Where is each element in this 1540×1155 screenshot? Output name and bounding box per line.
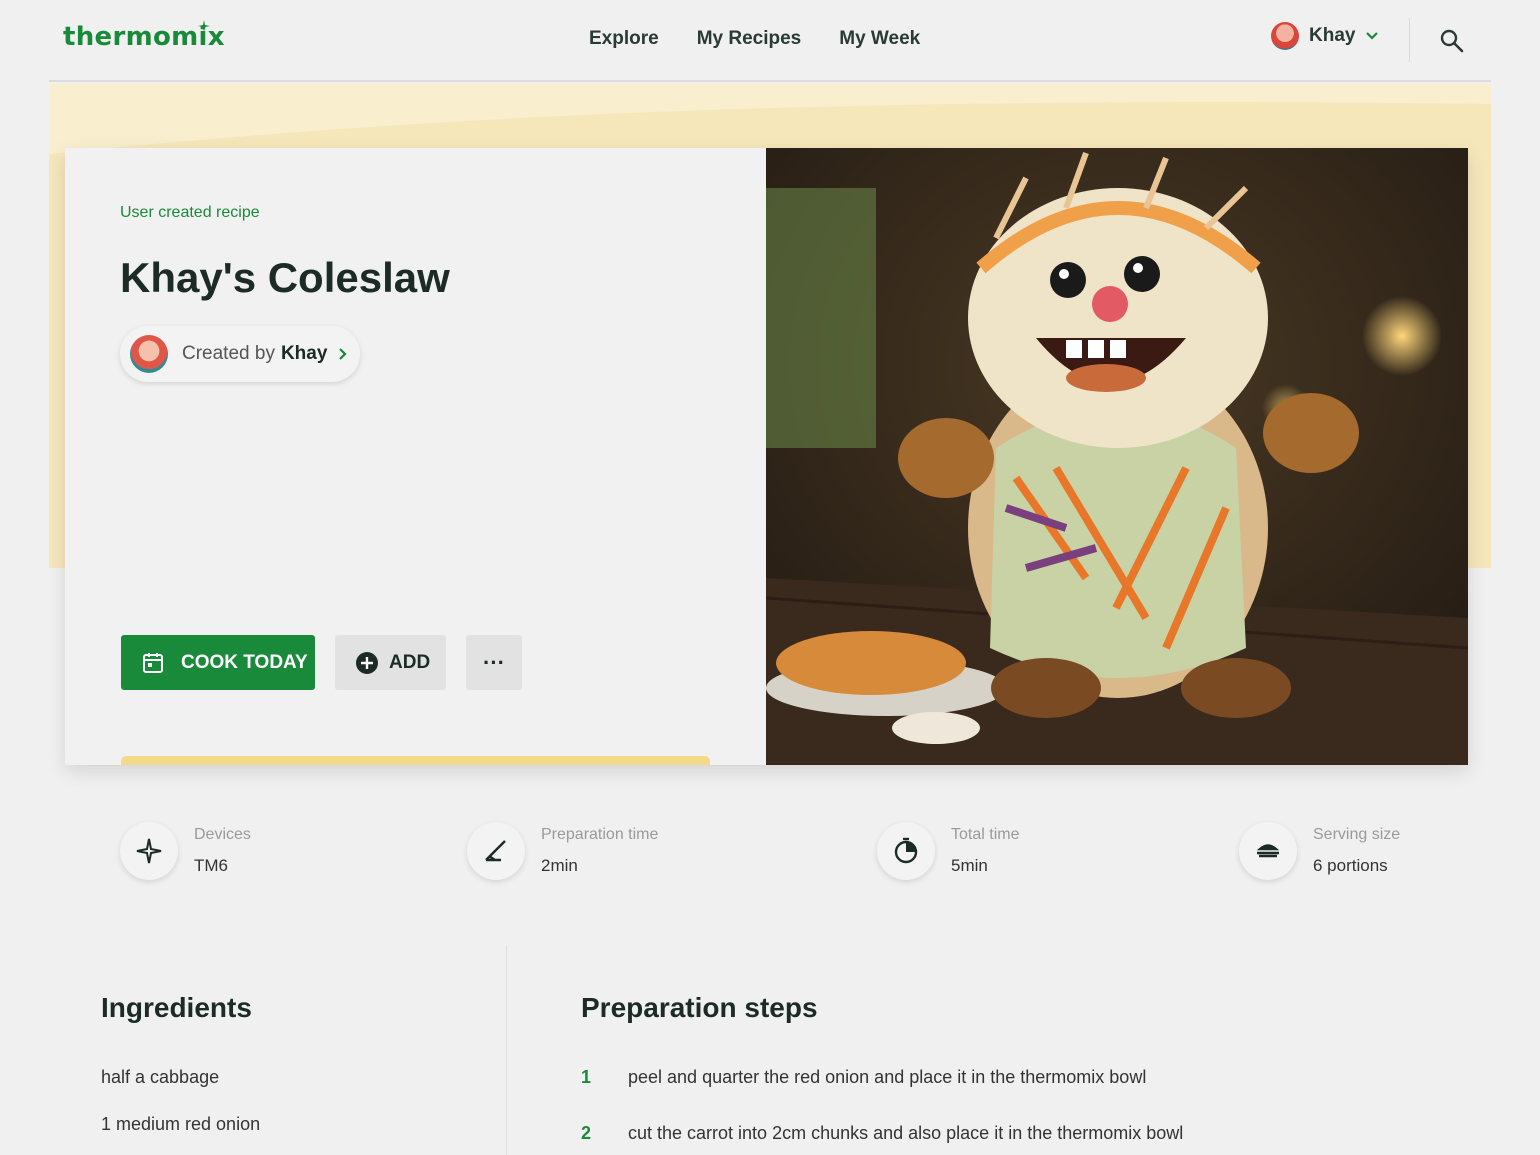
cook-today-label: COOK TODAY [181, 651, 308, 673]
user-menu[interactable]: Khay [1271, 22, 1379, 50]
recipe-photo [766, 148, 1468, 765]
creator-chip[interactable]: Created by Khay [120, 326, 360, 382]
step-text: cut the carrot into 2cm chunks and also … [628, 1123, 1184, 1143]
nav-my-recipes[interactable]: My Recipes [697, 28, 802, 50]
stat-label: Preparation time [541, 826, 659, 843]
search-icon[interactable] [1439, 28, 1465, 54]
step-text: peel and quarter the red onion and place… [628, 1067, 1147, 1087]
stat-label: Devices [194, 826, 251, 843]
step-number: 2 [581, 1123, 592, 1143]
recipe-info-panel: User created recipe Khay's Coleslaw Crea… [65, 148, 766, 765]
add-button[interactable]: ADD [335, 635, 446, 690]
stat-label: Total time [951, 826, 1020, 843]
nav-my-week[interactable]: My Week [839, 28, 920, 50]
stat-label: Serving size [1313, 826, 1401, 843]
creator-name: Khay [280, 343, 328, 364]
preparation-steps-title: Preparation steps [581, 992, 818, 1023]
stat-serving-size: Serving size 6 portions [1239, 820, 1400, 880]
yellow-accent-bar [121, 756, 710, 765]
step-number: 1 [581, 1067, 592, 1087]
header-divider [1409, 18, 1410, 62]
chevron-down-icon [1366, 32, 1379, 40]
user-name: Khay [1309, 25, 1356, 46]
chevron-right-icon [339, 348, 347, 360]
recipe-card: User created recipe Khay's Coleslaw Crea… [65, 148, 1468, 765]
preparation-steps-list: 1 peel and quarter the red onion and pla… [581, 1067, 1183, 1155]
created-by-label: Created by [182, 343, 275, 364]
nav-explore[interactable]: Explore [589, 28, 659, 50]
serving-dish-icon [1239, 822, 1297, 880]
stat-value: 6 portions [1313, 856, 1388, 875]
recipe-title: Khay's Coleslaw [120, 254, 450, 301]
logo-star-icon [198, 20, 210, 32]
top-header: thermomix Explore My Recipes My Week Kha… [49, 0, 1491, 82]
recipe-stats: Devices TM6 Preparation time 2min Total … [0, 820, 1540, 890]
blade-icon [120, 822, 178, 880]
add-circle-icon [356, 651, 378, 674]
user-avatar [1271, 22, 1299, 50]
cook-today-button[interactable]: COOK TODAY [121, 635, 315, 690]
ingredients-list: half a cabbage 1 medium red onion [101, 1067, 260, 1155]
more-options-button[interactable]: ··· [466, 635, 522, 690]
stat-value: 2min [541, 856, 578, 875]
stat-total-time: Total time 5min [877, 820, 1019, 880]
creator-avatar [130, 335, 168, 373]
add-label: ADD [389, 651, 431, 673]
section-divider [506, 945, 507, 1155]
stat-devices: Devices TM6 [120, 820, 251, 880]
ingredients-title: Ingredients [101, 992, 252, 1023]
knife-icon [467, 822, 525, 880]
stat-preparation-time: Preparation time 2min [467, 820, 658, 880]
stat-value: TM6 [194, 856, 228, 875]
ingredient-item: 1 medium red onion [101, 1114, 261, 1134]
recipe-type-badge: User created recipe [120, 204, 260, 221]
coleslaw-creature-illustration [766, 148, 1468, 765]
step-item: 1 peel and quarter the red onion and pla… [581, 1067, 1183, 1123]
stat-value: 5min [951, 856, 988, 875]
step-item: 2 cut the carrot into 2cm chunks and als… [581, 1123, 1183, 1155]
timer-icon [877, 822, 935, 880]
main-nav: Explore My Recipes My Week [589, 28, 920, 50]
calendar-icon [143, 652, 163, 673]
ingredient-item: half a cabbage [101, 1067, 220, 1087]
